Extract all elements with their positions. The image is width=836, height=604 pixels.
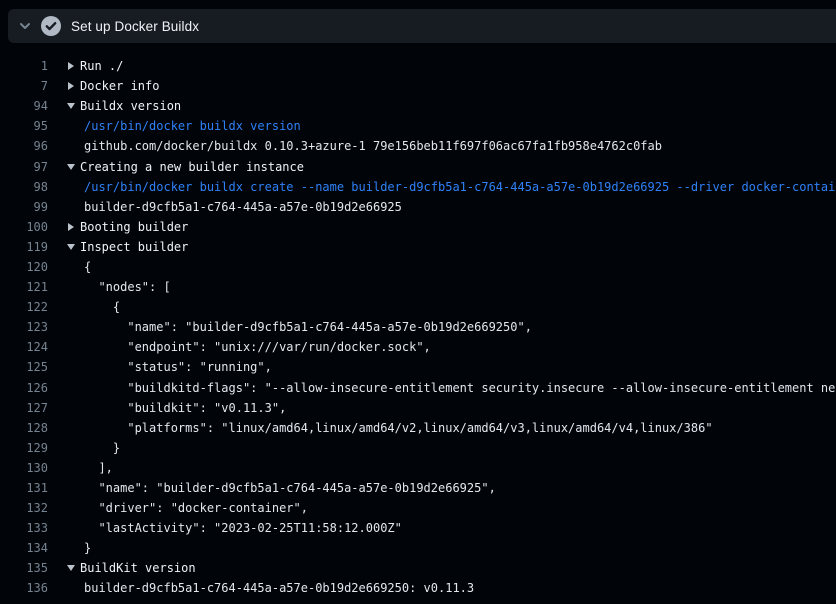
line-number[interactable]: 133 xyxy=(0,521,48,535)
line-number[interactable]: 125 xyxy=(0,360,48,374)
log-line[interactable]: 7 Docker info xyxy=(0,76,836,96)
check-circle-icon xyxy=(41,16,61,36)
log-text: Docker info xyxy=(80,79,159,93)
line-number[interactable]: 129 xyxy=(0,441,48,455)
log-text: "driver": "docker-container", xyxy=(84,501,308,515)
step-header[interactable]: Set up Docker Buildx xyxy=(8,9,836,43)
line-number[interactable]: 126 xyxy=(0,381,48,395)
log-text: Buildx version xyxy=(80,99,181,113)
log-line: 131 "name": "builder-d9cfb5a1-c764-445a-… xyxy=(0,478,836,498)
log-line: 130 ], xyxy=(0,458,836,478)
log-line[interactable]: 100 Booting builder xyxy=(0,217,836,237)
collapse-group-icon[interactable] xyxy=(67,103,75,109)
log-text: "buildkit": "v0.11.3", xyxy=(84,401,286,415)
collapse-group-icon[interactable] xyxy=(67,565,75,571)
collapse-group-icon[interactable] xyxy=(67,164,75,170)
line-number[interactable]: 131 xyxy=(0,481,48,495)
log-text: { xyxy=(84,300,120,314)
log-text: BuildKit version xyxy=(80,561,196,575)
log-line: 125 "status": "running", xyxy=(0,357,836,377)
log-line[interactable]: 135 BuildKit version xyxy=(0,558,836,578)
log-line: 96 github.com/docker/buildx 0.10.3+azure… xyxy=(0,136,836,156)
log-line[interactable]: 119 Inspect builder xyxy=(0,237,836,257)
log-text: /usr/bin/docker buildx create --name bui… xyxy=(84,180,836,194)
line-number[interactable]: 132 xyxy=(0,501,48,515)
line-number[interactable]: 121 xyxy=(0,280,48,294)
log-text: Booting builder xyxy=(80,220,188,234)
log-line: 95 /usr/bin/docker buildx version xyxy=(0,116,836,136)
expand-group-icon[interactable] xyxy=(68,223,74,231)
log-line: 132 "driver": "docker-container", xyxy=(0,498,836,518)
log-line: 127 "buildkit": "v0.11.3", xyxy=(0,398,836,418)
log-line: 122 { xyxy=(0,297,836,317)
log-line[interactable]: 1 Run ./ xyxy=(0,56,836,76)
line-number[interactable]: 120 xyxy=(0,260,48,274)
line-number[interactable]: 96 xyxy=(0,139,48,153)
log-line: 134 } xyxy=(0,538,836,558)
line-number[interactable]: 136 xyxy=(0,581,48,595)
log-line[interactable]: 94 Buildx version xyxy=(0,96,836,116)
log-text: { xyxy=(84,260,91,274)
line-number[interactable]: 94 xyxy=(0,99,48,113)
log-line: 133 "lastActivity": "2023-02-25T11:58:12… xyxy=(0,518,836,538)
line-number[interactable]: 99 xyxy=(0,200,48,214)
log-text: "lastActivity": "2023-02-25T11:58:12.000… xyxy=(84,521,402,535)
log-text: "buildkitd-flags": "--allow-insecure-ent… xyxy=(84,381,836,395)
log-text: ], xyxy=(84,461,113,475)
expand-group-icon[interactable] xyxy=(68,62,74,70)
log-text: Run ./ xyxy=(80,59,123,73)
log-line: 120 { xyxy=(0,257,836,277)
log-line: 123 "name": "builder-d9cfb5a1-c764-445a-… xyxy=(0,317,836,337)
line-number[interactable]: 135 xyxy=(0,561,48,575)
log-text: } xyxy=(84,541,91,555)
log-text: } xyxy=(84,441,120,455)
line-number[interactable]: 100 xyxy=(0,220,48,234)
log-line: 129 } xyxy=(0,438,836,458)
line-number[interactable]: 134 xyxy=(0,541,48,555)
log-text: Inspect builder xyxy=(80,240,188,254)
line-number[interactable]: 97 xyxy=(0,160,48,174)
line-number[interactable]: 1 xyxy=(0,59,48,73)
log-line[interactable]: 97 Creating a new builder instance xyxy=(0,156,836,176)
line-number[interactable]: 122 xyxy=(0,300,48,314)
collapse-group-icon[interactable] xyxy=(67,244,75,250)
actions-log-viewer: Set up Docker Buildx 1 Run ./ 7 Docker i… xyxy=(0,0,836,604)
line-number[interactable]: 7 xyxy=(0,79,48,93)
line-number[interactable]: 124 xyxy=(0,340,48,354)
line-number[interactable]: 130 xyxy=(0,461,48,475)
log-line: 136 builder-d9cfb5a1-c764-445a-a57e-0b19… xyxy=(0,578,836,598)
log-text: "endpoint": "unix:///var/run/docker.sock… xyxy=(84,340,431,354)
log-text: "nodes": [ xyxy=(84,280,171,294)
log-text: Creating a new builder instance xyxy=(80,160,304,174)
log-line: 124 "endpoint": "unix:///var/run/docker.… xyxy=(0,337,836,357)
log-text: "name": "builder-d9cfb5a1-c764-445a-a57e… xyxy=(84,320,532,334)
log-text: /usr/bin/docker buildx version xyxy=(84,119,301,133)
line-number[interactable]: 127 xyxy=(0,401,48,415)
log-text: builder-d9cfb5a1-c764-445a-a57e-0b19d2e6… xyxy=(84,200,402,214)
log-text: "platforms": "linux/amd64,linux/amd64/v2… xyxy=(84,421,713,435)
log-text: "status": "running", xyxy=(84,360,272,374)
chevron-down-icon[interactable] xyxy=(18,19,32,33)
log-line: 99 builder-d9cfb5a1-c764-445a-a57e-0b19d… xyxy=(0,197,836,217)
log-line: 128 "platforms": "linux/amd64,linux/amd6… xyxy=(0,418,836,438)
log-output[interactable]: 1 Run ./ 7 Docker info 94 Buildx version… xyxy=(0,43,836,604)
line-number[interactable]: 98 xyxy=(0,180,48,194)
expand-group-icon[interactable] xyxy=(68,82,74,90)
line-number[interactable]: 119 xyxy=(0,240,48,254)
line-number[interactable]: 128 xyxy=(0,421,48,435)
log-text: github.com/docker/buildx 0.10.3+azure-1 … xyxy=(84,139,662,153)
step-title: Set up Docker Buildx xyxy=(71,19,199,34)
log-line: 121 "nodes": [ xyxy=(0,277,836,297)
log-text: builder-d9cfb5a1-c764-445a-a57e-0b19d2e6… xyxy=(84,581,474,595)
line-number[interactable]: 123 xyxy=(0,320,48,334)
log-line: 126 "buildkitd-flags": "--allow-insecure… xyxy=(0,378,836,398)
line-number[interactable]: 95 xyxy=(0,119,48,133)
log-line: 98 /usr/bin/docker buildx create --name … xyxy=(0,177,836,197)
log-text: "name": "builder-d9cfb5a1-c764-445a-a57e… xyxy=(84,481,496,495)
